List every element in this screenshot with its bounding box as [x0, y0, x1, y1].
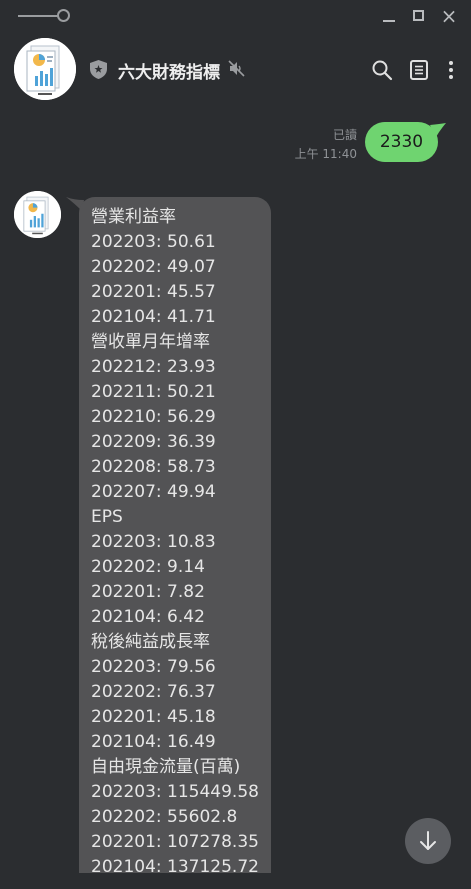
chat-title: 六大財務指標	[118, 63, 220, 83]
incoming-message-bubble[interactable]: 營業利益率 202203: 50.61 202202: 49.07 202201: 4…	[79, 197, 271, 889]
message-line: 202203: 10.83	[91, 532, 216, 552]
opacity-slider-knob[interactable]	[57, 9, 70, 22]
message-line: 營業利益率	[91, 207, 176, 227]
message-line: 202208: 58.73	[91, 457, 216, 477]
chat-avatar[interactable]	[14, 38, 76, 100]
message-line: 自由現金流量(百萬)	[91, 757, 241, 777]
message-line: 202202: 9.14	[91, 557, 205, 577]
message-line: 202203: 50.61	[91, 232, 216, 252]
message-line: 202201: 45.57	[91, 282, 216, 302]
message-text-lines: 營業利益率 202203: 50.61 202202: 49.07 202201: 4…	[91, 205, 259, 880]
chat-header: 六大財務指標	[0, 32, 471, 106]
message-line: 202202: 49.07	[91, 257, 216, 277]
message-line: 202201: 7.82	[91, 582, 205, 602]
report-illustration-icon	[14, 191, 61, 238]
maximize-button[interactable]	[409, 6, 429, 26]
message-line: 202203: 115449.58	[91, 782, 259, 802]
message-line: 202202: 55602.8	[91, 807, 238, 827]
close-button[interactable]: ×	[439, 6, 459, 26]
more-icon[interactable]	[440, 59, 462, 81]
message-line: 202104: 16.49	[91, 732, 216, 752]
message-line: 營收單月年增率	[91, 332, 210, 352]
opacity-slider-track[interactable]	[18, 15, 58, 17]
chat-window: × 六大財務指標 已讀 上午 11:40 2330 營業利益率 202203: …	[0, 0, 471, 889]
message-line: 202209: 36.39	[91, 432, 216, 452]
read-receipt: 已讀	[332, 128, 357, 142]
message-line: 202104: 6.42	[91, 607, 205, 627]
sender-avatar[interactable]	[14, 191, 61, 238]
message-line: 202202: 76.37	[91, 682, 216, 702]
message-line: EPS	[91, 507, 123, 527]
message-line: 202201: 45.18	[91, 707, 216, 727]
message-line: 202207: 49.94	[91, 482, 216, 502]
message-line: 202201: 107278.35	[91, 832, 259, 852]
minimize-button[interactable]	[379, 6, 399, 26]
mute-icon	[228, 60, 245, 77]
search-icon[interactable]	[371, 59, 393, 81]
outgoing-message-bubble[interactable]: 2330	[365, 122, 438, 162]
bottom-edge	[0, 873, 471, 889]
message-time: 上午 11:40	[294, 147, 357, 161]
arrow-down-icon	[420, 831, 436, 850]
message-line: 202211: 50.21	[91, 382, 216, 402]
message-line: 202104: 41.71	[91, 307, 216, 327]
shield-icon	[90, 60, 107, 79]
message-line: 稅後純益成長率	[91, 632, 210, 652]
message-line: 202210: 56.29	[91, 407, 216, 427]
scroll-to-bottom-button[interactable]	[405, 818, 451, 864]
title-bar: ×	[0, 0, 471, 32]
message-line: 202212: 23.93	[91, 357, 216, 377]
note-icon[interactable]	[408, 59, 430, 81]
report-illustration-icon	[14, 38, 76, 100]
message-line: 202203: 79.56	[91, 657, 216, 677]
